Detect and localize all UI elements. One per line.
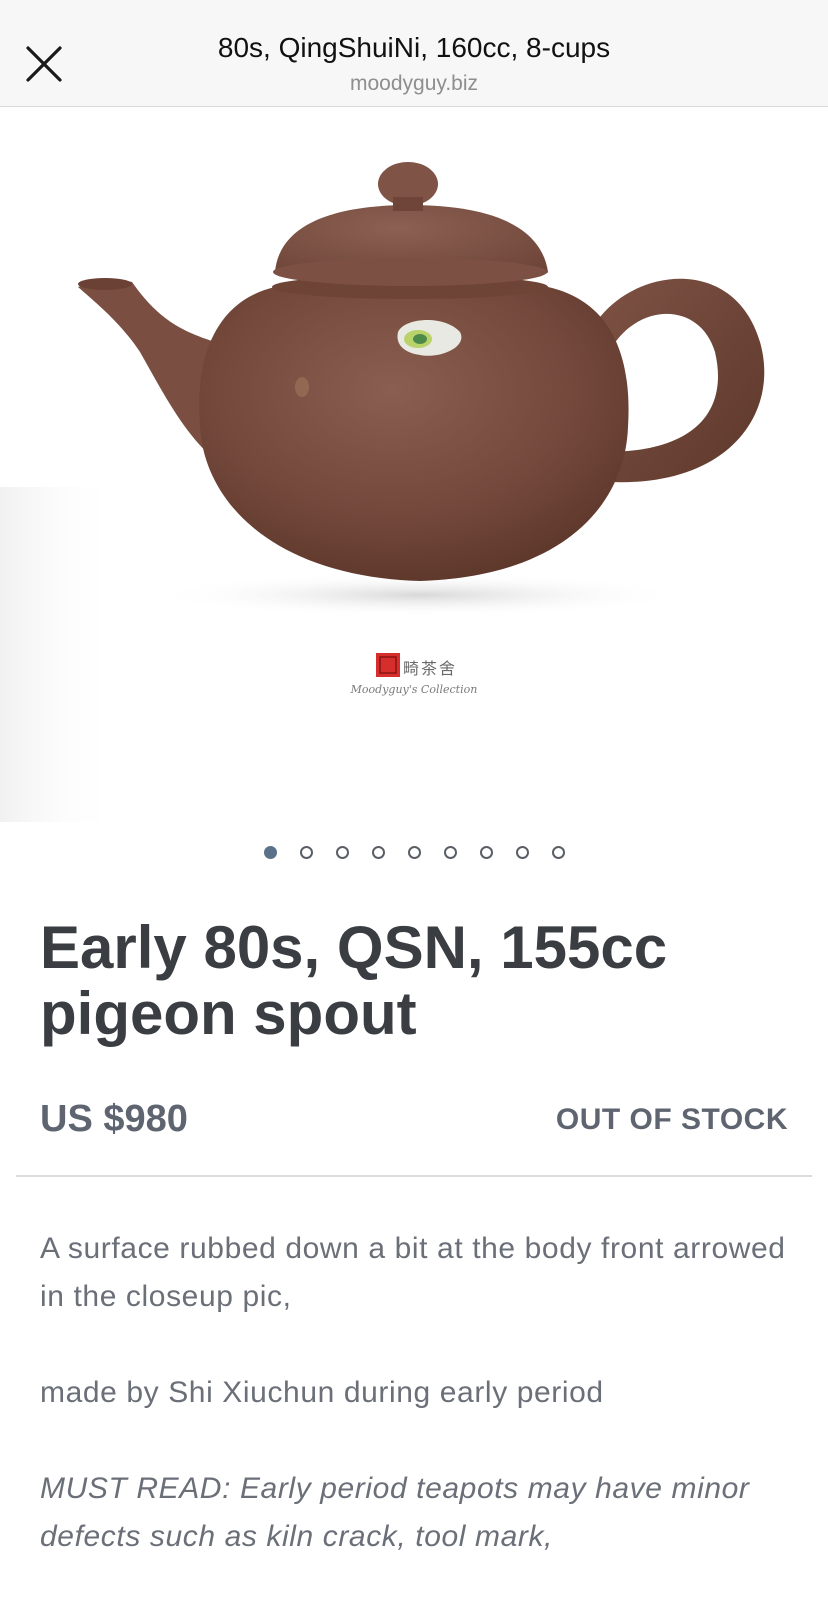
carousel-dot[interactable] — [551, 845, 565, 859]
watermark-caption: Moodyguy's Collection — [350, 683, 478, 696]
product-description: A surface rubbed down a bit at the body … — [40, 1225, 800, 1609]
product-image[interactable]: 畸茶舍 Moodyguy's Collection — [0, 107, 828, 822]
stock-status: OUT OF STOCK — [555, 1102, 788, 1136]
page-domain: moodyguy.biz — [349, 72, 478, 95]
carousel-dot[interactable] — [515, 845, 529, 859]
carousel-dot[interactable] — [299, 845, 313, 859]
carousel-dot[interactable] — [371, 845, 385, 859]
carousel-dot[interactable] — [335, 845, 349, 859]
description-paragraph: made by Shi Xiuchun during early period — [40, 1376, 604, 1409]
description-paragraph: MUST READ: Early period teapots may have… — [40, 1472, 750, 1553]
product-title: Early 80s, QSN, 155cc pigeon spout — [40, 914, 668, 1047]
close-icon — [26, 46, 62, 82]
carousel-dot[interactable] — [443, 845, 457, 859]
teapot-illustration — [0, 162, 765, 822]
carousel-dot[interactable] — [263, 845, 277, 859]
carousel-dots — [0, 842, 828, 862]
price-row: US $980 OUT OF STOCK — [40, 1098, 788, 1141]
watermark-text: 畸茶舍 — [403, 659, 458, 678]
carousel-dot[interactable] — [479, 845, 493, 859]
top-bar: 80s, QingShuiNi, 160cc, 8-cups moodyguy.… — [0, 0, 828, 107]
carousel-dot[interactable] — [407, 845, 421, 859]
description-paragraph: A surface rubbed down a bit at the body … — [40, 1232, 786, 1313]
close-button[interactable] — [18, 38, 70, 90]
price: US $980 — [40, 1098, 188, 1140]
divider — [16, 1175, 812, 1177]
page-title: 80s, QingShuiNi, 160cc, 8-cups — [217, 32, 611, 63]
